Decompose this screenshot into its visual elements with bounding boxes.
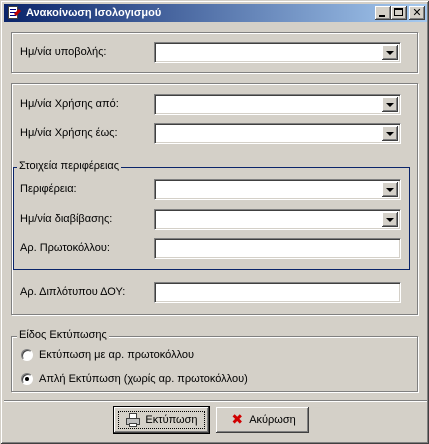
submission-date-combo[interactable] — [154, 42, 401, 63]
title-bar[interactable]: Ανακοίνωση Ισολογισμού ✕ — [4, 4, 427, 22]
printer-icon — [125, 412, 141, 428]
period-from-combo[interactable] — [154, 94, 401, 115]
transmit-date-label: Ημ/νία διαβίβασης: — [20, 213, 113, 225]
duplicate-label: Αρ. Διπλότυπου ΔΟΥ: — [20, 286, 126, 298]
period-from-dropdown-button[interactable] — [382, 97, 398, 112]
transmit-date-dropdown-button[interactable] — [382, 212, 398, 227]
period-from-label: Ημ/νία Χρήσης από: — [20, 98, 119, 110]
chevron-down-icon — [386, 132, 394, 136]
period-to-dropdown-button[interactable] — [382, 126, 398, 141]
chevron-down-icon — [386, 51, 394, 55]
transmit-date-combo[interactable] — [154, 209, 401, 230]
region-label: Περιφέρεια: — [20, 183, 77, 195]
protocol-label: Αρ. Πρωτοκόλλου: — [20, 242, 110, 254]
radio-label: Απλή Εκτύπωση (χωρίς αρ. πρωτοκόλλου) — [39, 373, 248, 385]
protocol-input[interactable] — [154, 238, 401, 259]
cancel-button-label: Ακύρωση — [249, 414, 296, 426]
print-button-label: Εκτύπωση — [145, 414, 198, 426]
print-type-title: Είδος Εκτύπωσης — [17, 329, 109, 341]
submission-date-dropdown-button[interactable] — [382, 45, 398, 60]
close-button[interactable]: ✕ — [409, 6, 425, 20]
maximize-button[interactable] — [391, 6, 407, 20]
chevron-down-icon — [386, 188, 394, 192]
cancel-x-icon: ✖ — [231, 412, 244, 428]
close-icon: ✕ — [412, 6, 422, 19]
maximize-icon — [394, 8, 403, 16]
print-button[interactable]: Εκτύπωση — [113, 406, 210, 434]
radio-label: Εκτύπωση με αρ. πρωτοκόλλου — [39, 349, 195, 361]
region-combo[interactable] — [154, 179, 401, 200]
period-to-label: Ημ/νία Χρήσης έως: — [20, 127, 118, 139]
chevron-down-icon — [386, 103, 394, 107]
duplicate-input[interactable] — [154, 282, 401, 303]
radio-print-with-protocol[interactable]: Εκτύπωση με αρ. πρωτοκόλλου — [21, 349, 194, 361]
window-title: Ανακοίνωση Ισολογισμού — [26, 7, 162, 19]
radio-button[interactable] — [21, 349, 33, 361]
period-to-combo[interactable] — [154, 123, 401, 144]
radio-selected-dot — [25, 377, 29, 381]
app-document-icon — [6, 5, 22, 21]
minimize-button[interactable] — [375, 6, 391, 20]
minimize-icon — [379, 15, 385, 17]
footer-separator — [4, 400, 427, 402]
chevron-down-icon — [386, 218, 394, 222]
cancel-button[interactable]: ✖ Ακύρωση — [216, 407, 309, 433]
radio-simple-print[interactable]: Απλή Εκτύπωση (χωρίς αρ. πρωτοκόλλου) — [21, 373, 248, 385]
region-dropdown-button[interactable] — [382, 182, 398, 197]
radio-button[interactable] — [21, 373, 33, 385]
submission-date-label: Ημ/νία υποβολής: — [20, 46, 107, 58]
dialog-window: Ανακοίνωση Ισολογισμού ✕ Ημ/νία υποβολής… — [0, 0, 429, 444]
region-group-title: Στοιχεία περιφέρειας — [17, 160, 122, 172]
